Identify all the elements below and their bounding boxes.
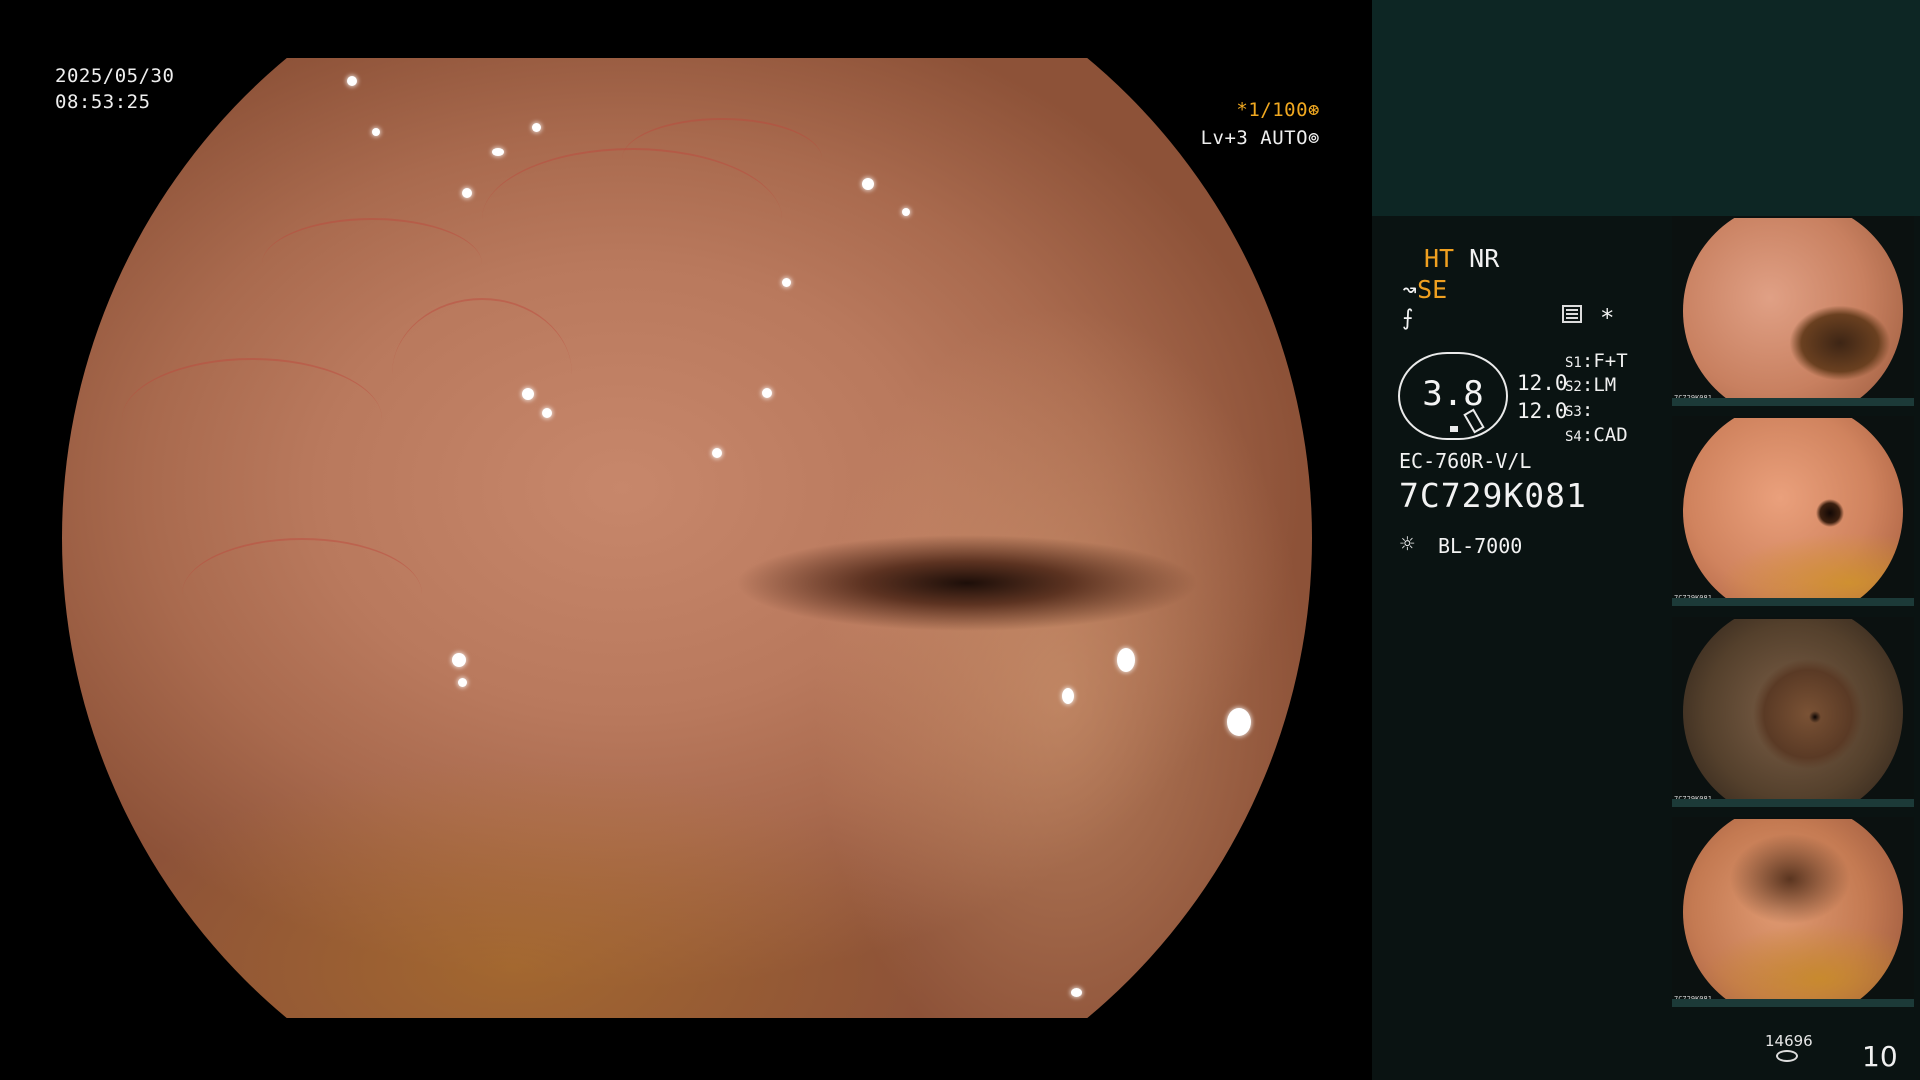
s2-setting: S2:LM — [1565, 374, 1617, 396]
mode-se: ↝SE — [1402, 275, 1447, 304]
nr-label: NR — [1469, 244, 1500, 273]
structure-icon: ↝ — [1402, 275, 1418, 304]
image-count: 10 — [1862, 1040, 1898, 1073]
scope-serial: 7C729K081 — [1399, 476, 1587, 515]
shutter-speed: *1/100⊛ — [1236, 99, 1320, 121]
thumbnail-image — [1683, 218, 1903, 404]
thumbnail-4[interactable]: 7C729K081 — [1672, 817, 1914, 1007]
zoom-gauge: 3.8 — [1398, 352, 1508, 440]
light-source: BL-7000 — [1438, 534, 1523, 558]
star-icon: * — [1600, 304, 1615, 332]
value-b: 12.0 — [1517, 399, 1568, 423]
value-a: 12.0 — [1517, 371, 1568, 395]
brightness-level: Lv+3 AUTO⊚ — [1200, 127, 1320, 149]
se-label: SE — [1417, 275, 1448, 304]
thumbnail-image — [1683, 619, 1903, 805]
storage-count: 14696 — [1765, 1032, 1813, 1050]
thumbnail-image — [1683, 418, 1903, 604]
panel-header — [1372, 0, 1920, 216]
thumbnail-bar — [1672, 398, 1914, 406]
thumbnail-bar — [1672, 999, 1914, 1007]
thumbnail-3[interactable]: 7C729K081 — [1672, 617, 1914, 807]
endoscope-view: 2025/05/30 08:53:25 *1/100⊛ Lv+3 AUTO⊚ — [0, 0, 1372, 1080]
time: 08:53:25 — [55, 91, 151, 113]
thumbnail-image — [1683, 819, 1903, 1005]
datetime: 2025/05/30 08:53:25 — [55, 63, 174, 115]
endoscopic-image — [62, 58, 1312, 1018]
gauge-value: 3.8 — [1422, 374, 1484, 414]
ht-label: HT — [1424, 244, 1455, 273]
scope-model: EC-760R-V/L — [1399, 449, 1532, 473]
thumbnail-1[interactable]: 7C729K081 — [1672, 216, 1914, 406]
mode-ht-nr: HT NR — [1424, 244, 1499, 273]
menu-icon — [1562, 305, 1582, 323]
thumbnail-bar — [1672, 598, 1914, 606]
thumbnail-bar — [1672, 799, 1914, 807]
info-panel: HT NR ↝SE ⨍ * 3.8 12.0 12.0 S1:F+T S2:LM… — [1372, 0, 1920, 1080]
thumbnail-2[interactable]: 7C729K081 — [1672, 416, 1914, 606]
filter-icon: ⨍ — [1402, 306, 1414, 331]
s4-setting: S4:CAD — [1565, 424, 1628, 446]
gauge-marker — [1450, 426, 1458, 432]
s1-setting: S1:F+T — [1565, 350, 1628, 372]
light-icon: ☼ — [1400, 530, 1415, 558]
s3-setting: S3: — [1565, 399, 1594, 421]
storage-icon — [1776, 1050, 1798, 1062]
date: 2025/05/30 — [55, 65, 175, 87]
